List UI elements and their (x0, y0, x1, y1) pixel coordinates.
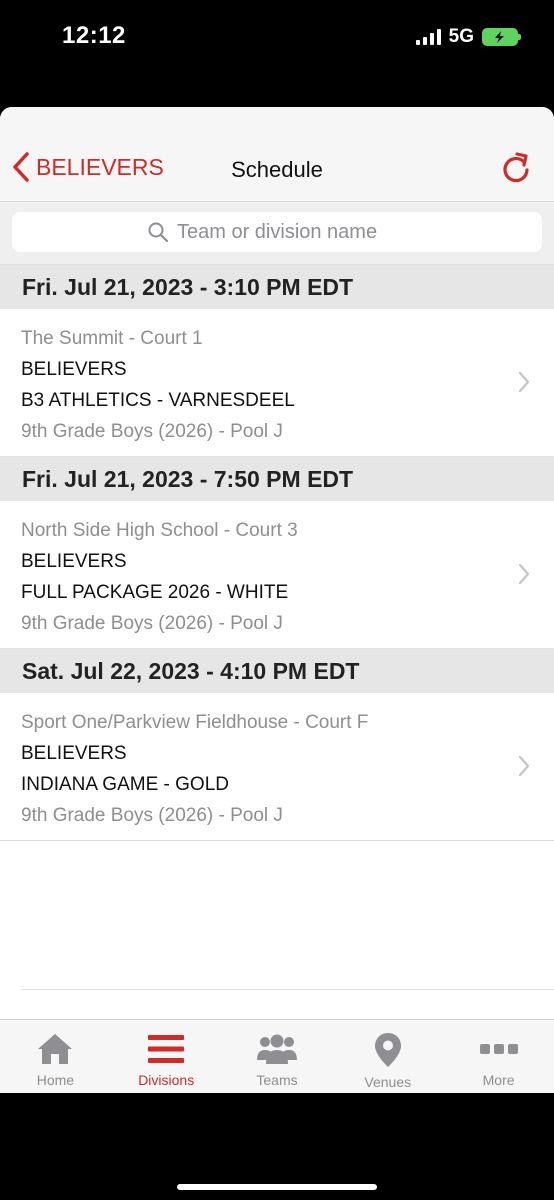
chevron-right-icon (518, 371, 530, 393)
refresh-icon (503, 152, 529, 183)
status-time: 12:12 (62, 22, 126, 49)
back-button[interactable]: BELIEVERS (12, 151, 164, 183)
signal-icon (415, 29, 441, 45)
game-venue: Sport One/Parkview Fieldhouse - Court F (21, 712, 369, 733)
teams-icon (256, 1034, 297, 1064)
search-icon (148, 222, 169, 243)
date-header: Fri. Jul 21, 2023 - 7:50 PM EDT (0, 457, 554, 501)
tab-home[interactable]: Home (0, 1020, 111, 1093)
status-bar: 12:12 5G (0, 0, 554, 80)
date-header: Fri. Jul 21, 2023 - 3:10 PM EDT (0, 265, 554, 309)
search-input[interactable] (177, 220, 407, 244)
tab-label: Venues (364, 1074, 412, 1090)
game-venue: The Summit - Court 1 (21, 328, 203, 349)
tab-label: Divisions (138, 1072, 195, 1088)
game-division: 9th Grade Boys (2026) - Pool J (21, 421, 283, 442)
game-team-2: INDIANA GAME - GOLD (21, 774, 229, 795)
tab-label: More (482, 1072, 515, 1088)
tab-venues[interactable]: Venues (332, 1020, 443, 1093)
refresh-button[interactable] (500, 151, 532, 190)
more-icon (479, 1044, 518, 1054)
tab-divisions[interactable]: Divisions (111, 1020, 222, 1093)
chevron-right-icon (518, 755, 530, 777)
search-box[interactable] (12, 212, 542, 252)
game-team-1: BELIEVERS (21, 743, 127, 764)
game-row[interactable]: Sport One/Parkview Fieldhouse - Court F … (0, 693, 554, 841)
game-team-2: B3 ATHLETICS - VARNESDEEL (21, 390, 295, 411)
navigation-bar: BELIEVERS Schedule (0, 107, 554, 202)
battery-icon (482, 28, 521, 46)
home-icon (38, 1034, 73, 1064)
schedule-list: Fri. Jul 21, 2023 - 3:10 PM EDT The Summ… (0, 265, 554, 841)
game-team-1: BELIEVERS (21, 359, 127, 380)
search-bar (0, 202, 554, 265)
date-header: Sat. Jul 22, 2023 - 4:10 PM EDT (0, 649, 554, 693)
tab-label: Home (36, 1072, 75, 1088)
chevron-right-icon (518, 563, 530, 585)
divisions-icon (148, 1035, 185, 1063)
venues-icon (374, 1033, 401, 1067)
network-type: 5G (448, 26, 474, 47)
game-venue: North Side High School - Court 3 (21, 520, 298, 541)
list-divider (21, 989, 554, 990)
tab-label: Teams (256, 1072, 298, 1088)
app-sheet: BELIEVERS Schedule Fri. Jul 21, 2023 - 3… (0, 107, 554, 1093)
game-row[interactable]: North Side High School - Court 3 BELIEVE… (0, 501, 554, 649)
game-row[interactable]: The Summit - Court 1 BELIEVERS B3 ATHLET… (0, 309, 554, 457)
back-button-label: BELIEVERS (36, 153, 164, 180)
tab-bar: Home Divisions Teams Venues More (0, 1019, 554, 1093)
chevron-left-icon (13, 152, 29, 182)
status-indicators: 5G (415, 26, 521, 48)
game-team-1: BELIEVERS (21, 551, 127, 572)
game-division: 9th Grade Boys (2026) - Pool J (21, 805, 283, 826)
game-division: 9th Grade Boys (2026) - Pool J (21, 613, 283, 634)
tab-more[interactable]: More (443, 1020, 554, 1093)
home-indicator[interactable] (177, 1184, 377, 1190)
game-team-2: FULL PACKAGE 2026 - WHITE (21, 582, 289, 603)
tab-teams[interactable]: Teams (222, 1020, 333, 1093)
